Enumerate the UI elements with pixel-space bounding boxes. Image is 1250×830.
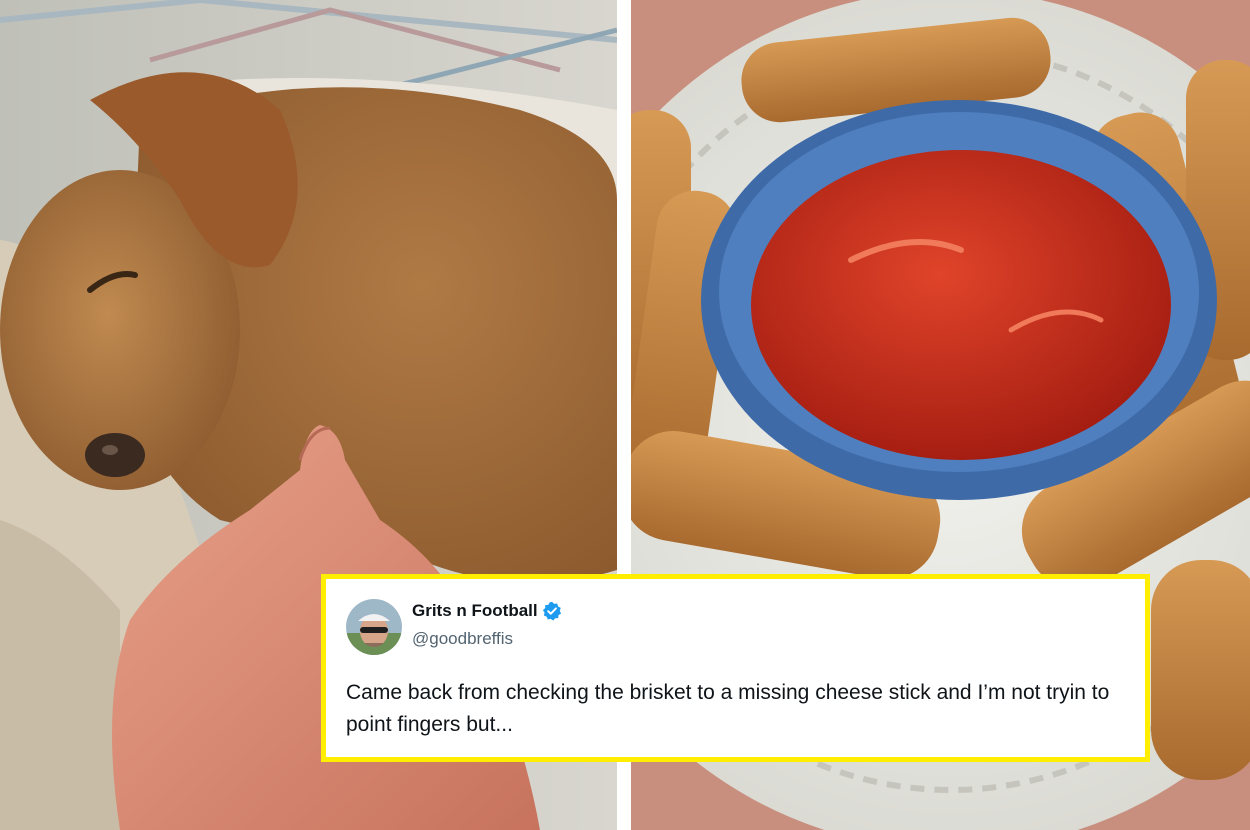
tweet-text: Came back from checking the brisket to a… (346, 681, 1110, 736)
handle[interactable]: @goodbreffis (412, 629, 513, 649)
tweet-card: Grits n Football @goodbreffis Came back … (321, 574, 1150, 762)
avatar[interactable] (346, 599, 402, 655)
display-name[interactable]: Grits n Football (412, 601, 538, 621)
verified-badge-icon (542, 601, 561, 621)
